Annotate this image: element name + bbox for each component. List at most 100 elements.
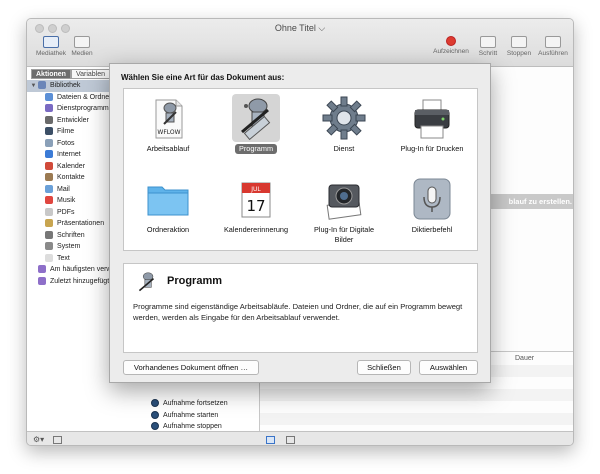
type-image-capture-plugin[interactable]: Plug-In für Digitale Bilder [300, 175, 388, 245]
type-application[interactable]: Programm [212, 94, 300, 154]
calendar-day: 17 [246, 197, 265, 215]
action-label: Aufnahme fortsetzen [163, 400, 228, 407]
show-description-icon[interactable] [53, 436, 62, 444]
title-bar: Ohne Titel ⌵ Mediathek Medien Aufzeichne… [27, 19, 573, 67]
list-view-icon[interactable] [266, 436, 275, 444]
window-title[interactable]: Ohne Titel ⌵ [27, 23, 573, 34]
sheet-prompt: Wählen Sie eine Art für das Dokument aus… [121, 73, 285, 82]
calendar-icon: JUL 17 [232, 175, 280, 223]
library-icon [43, 36, 59, 48]
library-item-label: Bibliothek [50, 82, 81, 89]
type-label: Dienst [333, 144, 355, 153]
library-tabs: Aktionen Variablen [31, 69, 111, 79]
library-item-label: Dienstprogramme [57, 105, 113, 112]
action-label: Aufnahme stoppen [163, 423, 222, 430]
toolbar-media-button[interactable]: Medien [68, 36, 96, 57]
library-item-label: Schriften [57, 231, 85, 239]
gear-menu-icon[interactable]: ⚙▾ [33, 435, 44, 444]
application-robot-icon [232, 94, 280, 142]
library-category-icon [38, 81, 46, 90]
library-category-icon [45, 207, 53, 216]
library-category-icon [38, 276, 46, 285]
library-category-icon [45, 161, 53, 170]
bottom-bar: ⚙▾ [27, 431, 573, 445]
type-description-panel: Programm Programme sind eigenständige Ar… [123, 263, 478, 353]
type-print-plugin[interactable]: Plug-In für Drucken [388, 94, 476, 154]
library-category-icon [38, 265, 46, 274]
type-folder-action[interactable]: Ordneraktion [124, 175, 212, 235]
log-row [260, 413, 573, 425]
library-item-label: Kalender [57, 162, 86, 170]
choose-button[interactable]: Auswählen [419, 360, 478, 375]
library-category-icon [45, 115, 53, 124]
library-item-label: Musik [57, 197, 76, 204]
library-item-label: Text [57, 254, 70, 262]
toolbar-label: Aufzeichnen [433, 48, 469, 55]
disclosure-triangle-icon[interactable]: ▼ [29, 81, 38, 92]
type-label: Plug-In für Digitale Bilder [313, 225, 375, 244]
action-item[interactable]: Aufnahme fortsetzen [151, 398, 259, 410]
quicktime-action-icon [151, 410, 159, 419]
calendar-month: JUL [250, 186, 261, 193]
split-view-icon[interactable] [286, 436, 295, 444]
toolbar-mediathek-button[interactable]: Mediathek [36, 36, 66, 57]
media-icon [74, 36, 90, 48]
toolbar-record-button[interactable]: Aufzeichnen [433, 36, 469, 55]
stop-icon [511, 36, 527, 48]
library-category-icon [45, 104, 53, 113]
type-label: Kalendererinnerung [223, 225, 289, 234]
microphone-icon [408, 175, 456, 223]
close-button[interactable]: Schließen [357, 360, 411, 375]
library-category-icon [45, 219, 53, 228]
quicktime-action-icon [151, 399, 159, 408]
library-item-label: PDFs [57, 208, 75, 216]
workflow-icon-label: WFLOW [157, 129, 180, 136]
tab-actions[interactable]: Aktionen [31, 69, 71, 79]
library-item-label: Dateien & Ordner [57, 93, 112, 101]
record-icon [446, 36, 456, 46]
step-icon [480, 36, 496, 48]
library-item-label: Filme [57, 128, 75, 135]
toolbar-label: Ausführen [538, 50, 568, 57]
library-item-label: Internet [57, 151, 81, 158]
log-row [260, 389, 573, 401]
quicktime-action-icon [151, 422, 159, 431]
folder-icon [144, 175, 192, 223]
type-label: Arbeitsablauf [146, 144, 190, 153]
library-category-icon [45, 196, 53, 205]
action-label: Aufnahme starten [163, 411, 219, 419]
type-calendar-alarm[interactable]: JUL 17 Kalendererinnerung [212, 175, 300, 235]
service-gear-icon [320, 94, 368, 142]
type-dictation-command[interactable]: Diktierbefehl [388, 175, 476, 235]
library-category-icon [45, 138, 53, 147]
toolbar-stop-button[interactable]: Stoppen [505, 36, 533, 57]
description-title: Programm [167, 275, 223, 287]
camera-icon [320, 175, 368, 223]
document-type-sheet: Wählen Sie eine Art für das Dokument aus… [109, 63, 491, 383]
action-item[interactable]: Aufnahme starten [151, 410, 259, 422]
library-item-label: Präsentationen [57, 220, 105, 227]
library-category-icon [45, 253, 53, 262]
type-label: Programm [234, 144, 278, 154]
toolbar-label: Medien [71, 50, 93, 57]
type-label: Plug-In für Drucken [400, 144, 464, 153]
library-item-label: Mail [57, 185, 70, 193]
type-workflow[interactable]: WFLOW Arbeitsablauf [124, 94, 212, 154]
toolbar-step-button[interactable]: Schritt [474, 36, 502, 57]
library-item-label: Fotos [57, 139, 75, 147]
document-type-grid: WFLOW Arbeitsablauf Programm Dienst Plug… [123, 88, 478, 251]
library-category-icon [45, 173, 53, 182]
toolbar-run-button[interactable]: Ausführen [538, 36, 568, 57]
type-label: Diktierbefehl [411, 225, 453, 234]
library-item-label: Entwickler [57, 116, 89, 124]
library-item-label: System [57, 243, 81, 250]
application-robot-icon [134, 270, 160, 296]
library-category-icon [45, 230, 53, 239]
log-column-duration[interactable]: Dauer [515, 355, 534, 362]
type-service[interactable]: Dienst [300, 94, 388, 154]
type-label: Ordneraktion [146, 225, 190, 234]
run-icon [545, 36, 561, 48]
tab-variables[interactable]: Variablen [70, 69, 111, 79]
library-category-icon [45, 242, 53, 251]
open-existing-document-button[interactable]: Vorhandenes Dokument öffnen … [123, 360, 259, 375]
